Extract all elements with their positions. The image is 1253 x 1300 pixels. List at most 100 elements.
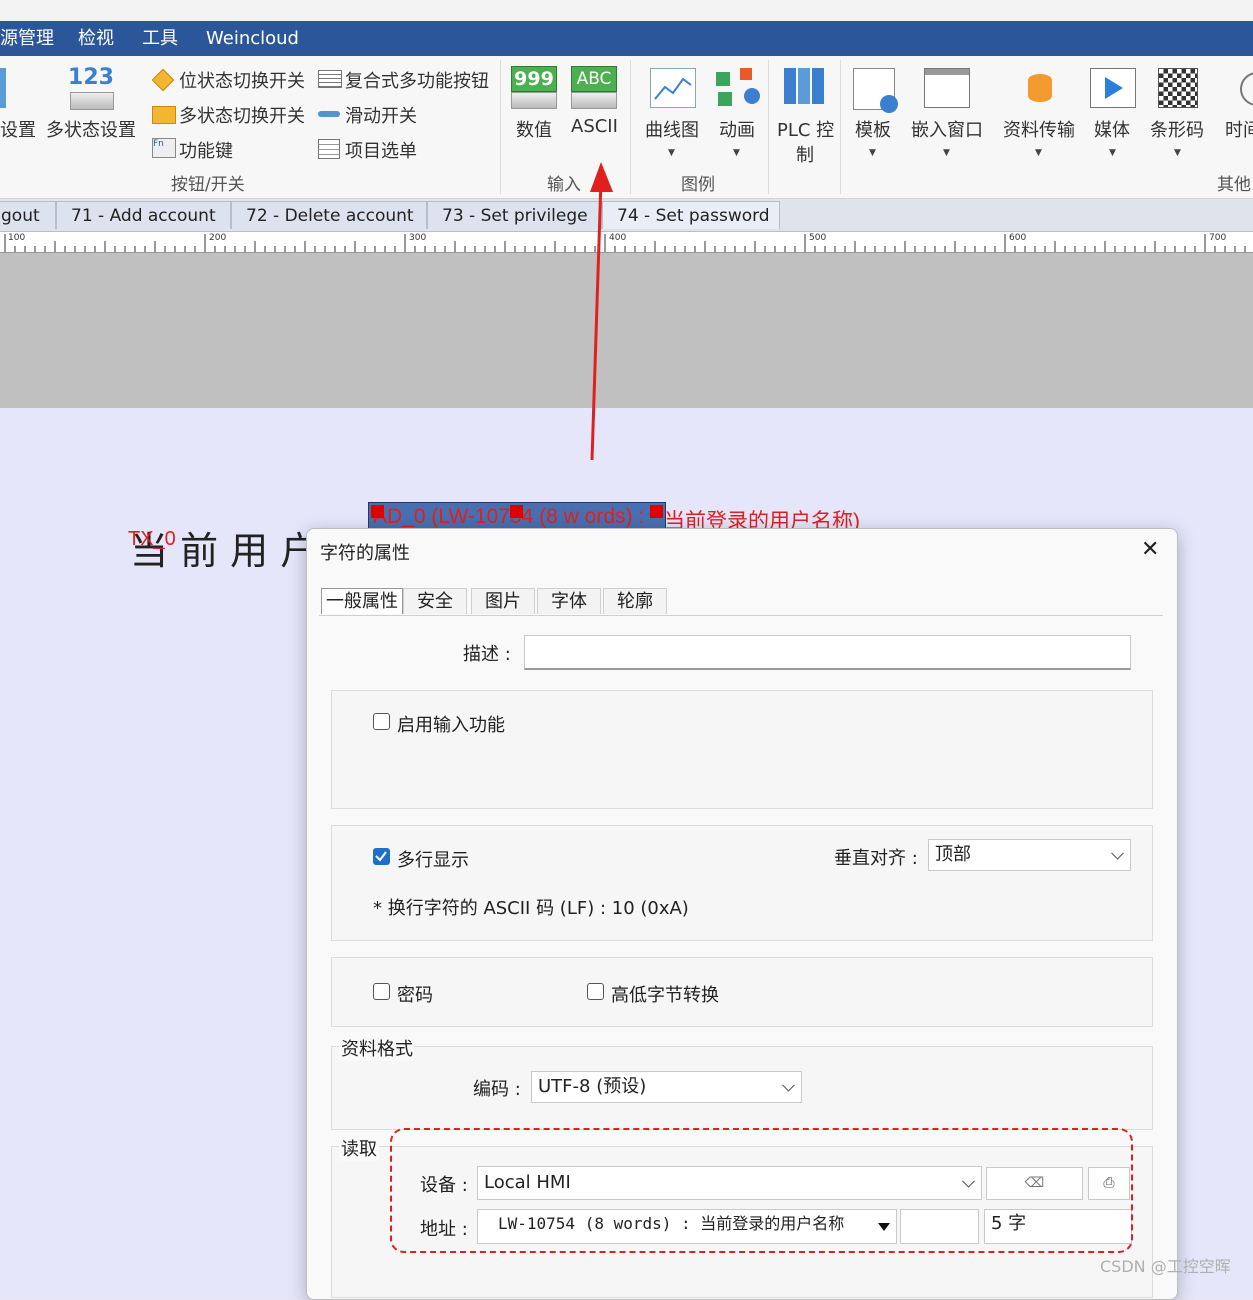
- menu-view[interactable]: 检视: [78, 21, 114, 56]
- ruler-label: 600: [1009, 233, 1027, 243]
- ribbon-separator: [768, 60, 769, 194]
- embedded-window-icon: [924, 68, 970, 108]
- check-icon: [375, 851, 387, 862]
- ruler-label: 200: [209, 233, 227, 243]
- chevron-down-icon[interactable]: ▼: [1109, 148, 1116, 158]
- resize-handle[interactable]: [650, 505, 663, 518]
- chevron-down-icon[interactable]: ▼: [1174, 148, 1181, 158]
- input-options-group: [331, 690, 1153, 809]
- dialog-title: 字符的属性: [320, 543, 410, 564]
- lf-ascii-note: * 换行字符的 ASCII 码 (LF) : 10 (0xA): [373, 898, 689, 919]
- numeric-input-icon: 999: [511, 66, 557, 109]
- byte-swap-checkbox[interactable]: [587, 983, 604, 1000]
- clock-icon: [1240, 72, 1253, 106]
- enable-input-checkbox[interactable]: [373, 713, 390, 730]
- enable-input-label: 启用输入功能: [397, 715, 505, 736]
- numeric-input-button[interactable]: 数值: [516, 116, 552, 142]
- ribbon-separator: [500, 60, 501, 194]
- multistate-switch-button[interactable]: 多状态切换开关: [179, 102, 305, 128]
- media-icon: [1090, 68, 1136, 108]
- chevron-down-icon[interactable]: ▼: [733, 148, 740, 158]
- slide-switch-icon: [318, 111, 340, 117]
- ascii-input-icon: ABC: [571, 66, 617, 109]
- bit-switch-button[interactable]: 位状态切换开关: [179, 67, 305, 93]
- encoding-value: UTF-8 (预设): [538, 1076, 647, 1097]
- template-icon: [853, 68, 898, 113]
- annotation-highlight-box: [390, 1128, 1133, 1253]
- tab-delete-account[interactable]: 72 - Delete account: [231, 201, 427, 229]
- plc-control-icon: [784, 68, 826, 106]
- chevron-down-icon[interactable]: ▼: [1035, 148, 1042, 158]
- watermark: CSDN @工控空晖: [1100, 1257, 1231, 1276]
- combo-button-button[interactable]: 复合式多功能按钮: [345, 67, 489, 93]
- vertical-align-label: 垂直对齐 :: [834, 848, 918, 869]
- time-button[interactable]: 时间: [1225, 116, 1253, 142]
- menu-resource-management[interactable]: 源管理: [0, 21, 54, 56]
- group-label-buttons: 按钮/开关: [171, 175, 245, 195]
- tab-general[interactable]: 一般属性: [321, 588, 403, 614]
- byte-swap-label: 高低字节转换: [611, 985, 719, 1006]
- tab-outline[interactable]: 轮廓: [603, 588, 667, 614]
- template-button[interactable]: 模板: [855, 116, 891, 142]
- ribbon-settings-label[interactable]: 设置: [0, 116, 36, 142]
- vertical-align-select[interactable]: 顶部: [928, 839, 1131, 871]
- group-label-other: 其他: [1217, 175, 1251, 195]
- password-label: 密码: [397, 985, 433, 1006]
- vertical-align-value: 顶部: [935, 844, 971, 865]
- media-button[interactable]: 媒体: [1094, 116, 1130, 142]
- multistate-switch-icon: [152, 106, 176, 124]
- tab-divider: [319, 615, 1163, 616]
- multiline-label: 多行显示: [397, 850, 469, 871]
- resize-handle[interactable]: [510, 505, 523, 518]
- plc-control-label-2: 制: [796, 145, 814, 166]
- description-label: 描述 :: [463, 644, 511, 665]
- chevron-down-icon[interactable]: ▼: [943, 148, 950, 158]
- embedded-window-button[interactable]: 嵌入窗口: [911, 116, 983, 142]
- close-icon[interactable]: ✕: [1141, 537, 1159, 562]
- multistate-settings-button[interactable]: 多状态设置: [46, 116, 136, 142]
- trend-chart-icon: [650, 68, 696, 108]
- item-list-icon: [318, 139, 340, 159]
- tx-object-label: TX_0: [128, 528, 176, 550]
- tab-picture[interactable]: 图片: [471, 588, 535, 614]
- tab-logout[interactable]: gout: [0, 201, 56, 229]
- group-label-legend: 图例: [681, 175, 715, 195]
- animation-button[interactable]: 动画: [719, 116, 755, 142]
- plc-control-button[interactable]: PLC 控: [777, 116, 834, 142]
- trend-chart-button[interactable]: 曲线图: [645, 116, 699, 142]
- item-list-button[interactable]: 项目选单: [345, 137, 417, 163]
- description-input[interactable]: [524, 635, 1131, 670]
- read-legend: 读取: [339, 1135, 379, 1161]
- function-key-button[interactable]: 功能键: [179, 137, 233, 163]
- ascii-object-label: AD_0 (LW-10754 (8 w ords) :: [373, 505, 645, 528]
- multiline-checkbox[interactable]: [373, 848, 390, 865]
- resize-handle[interactable]: [371, 505, 384, 518]
- tab-security[interactable]: 安全: [403, 588, 467, 614]
- ruler-label: 300: [409, 233, 427, 243]
- ruler-label: 100: [8, 233, 26, 243]
- encoding-label: 编码 :: [473, 1079, 521, 1100]
- encoding-select[interactable]: UTF-8 (预设): [531, 1071, 802, 1103]
- data-transfer-button[interactable]: 资料传输: [1003, 116, 1075, 142]
- menu-weincloud[interactable]: Weincloud: [206, 21, 299, 56]
- password-checkbox[interactable]: [373, 983, 390, 1000]
- tab-font[interactable]: 字体: [537, 588, 601, 614]
- chevron-down-icon[interactable]: ▼: [668, 148, 675, 158]
- combo-button-icon: [318, 70, 342, 88]
- ascii-input-button[interactable]: ASCII: [571, 116, 618, 137]
- ribbon-separator: [840, 60, 841, 194]
- data-transfer-icon: [1020, 66, 1060, 108]
- chevron-down-icon[interactable]: ▼: [869, 148, 876, 158]
- qr-code-icon: [1158, 68, 1198, 108]
- menu-bar: 源管理 检视 工具 Weincloud: [0, 21, 1253, 56]
- barcode-button[interactable]: 条形码: [1150, 116, 1204, 142]
- slide-switch-button[interactable]: 滑动开关: [345, 102, 417, 128]
- animation-icon: [714, 66, 760, 110]
- data-format-legend: 资料格式: [339, 1035, 415, 1061]
- password-group: [331, 957, 1153, 1027]
- chevron-down-icon: [1111, 846, 1124, 860]
- menu-tools[interactable]: 工具: [142, 21, 178, 56]
- multistate-settings-icon: 123: [68, 66, 114, 110]
- tab-add-account[interactable]: 71 - Add account: [56, 201, 231, 229]
- function-key-icon: Fn: [152, 138, 176, 158]
